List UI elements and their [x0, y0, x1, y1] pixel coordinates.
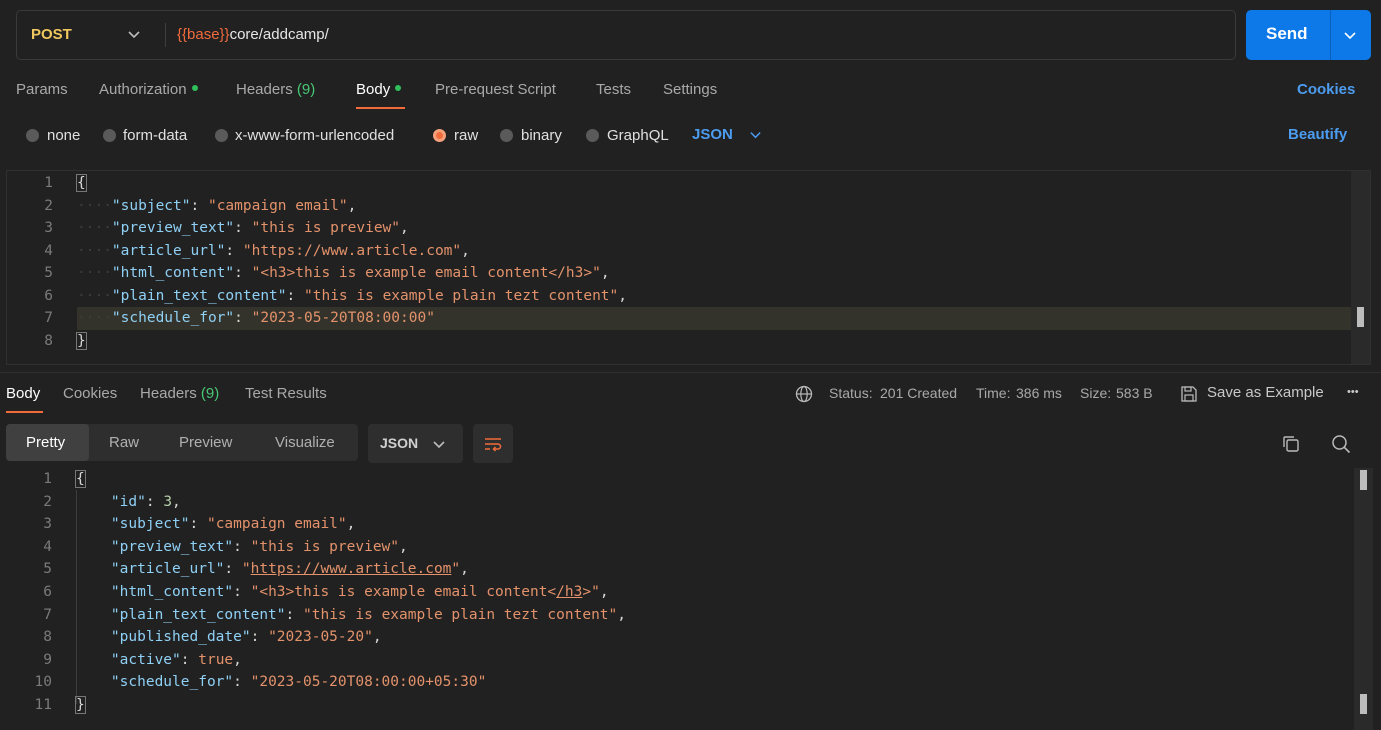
send-button[interactable]: Send — [1246, 10, 1371, 60]
url-variable: {{base}} — [177, 26, 230, 43]
code-line: 10 "schedule_for": "2023-05-20T08:00:00+… — [34, 674, 487, 691]
active-dot-icon — [191, 85, 198, 92]
tab-headers[interactable]: Headers (9) — [236, 81, 315, 98]
radio-graphql-label[interactable]: GraphQL — [607, 127, 669, 144]
wrap-lines-button[interactable] — [473, 424, 513, 463]
wrap-lines-icon — [485, 438, 502, 452]
send-divider — [1330, 10, 1331, 60]
code-line: 8} — [44, 331, 87, 350]
code-line: 1{ — [44, 174, 87, 192]
more-options-icon[interactable]: ••• — [1347, 386, 1359, 398]
radio-form-data-label[interactable]: form-data — [123, 127, 187, 144]
code-line: 11} — [34, 696, 86, 714]
tab-params[interactable]: Params — [16, 81, 68, 98]
tab-authorization-label: Authorization — [99, 81, 187, 98]
code-line: 8 "published_date": "2023-05-20", — [43, 629, 382, 646]
beautify-button[interactable]: Beautify — [1288, 126, 1347, 143]
scrollbar-thumb[interactable] — [1360, 694, 1367, 714]
code-line: 5 ····"html_content": "<h3>this is exampl… — [44, 265, 610, 281]
tab-body-label: Body — [356, 81, 391, 98]
response-tab-cookies[interactable]: Cookies — [63, 385, 117, 402]
status-value[interactable]: 201 Created — [880, 385, 957, 401]
radio-raw[interactable] — [433, 129, 446, 142]
response-tab-test-results[interactable]: Test Results — [245, 385, 327, 402]
chevron-down-icon[interactable] — [749, 128, 762, 141]
active-tab-indicator — [356, 107, 405, 109]
size-label: Size: — [1080, 385, 1112, 401]
code-line: 4 "preview_text": "this is preview", — [43, 538, 408, 555]
radio-none-label[interactable]: none — [47, 127, 80, 144]
scrollbar-thumb[interactable] — [1360, 470, 1367, 490]
globe-icon[interactable] — [795, 385, 813, 403]
response-tab-headers-label: Headers — [140, 385, 197, 402]
response-body-viewer[interactable]: 1{ 2 "id": 3, 3 "subject": "campaign ema… — [6, 468, 1373, 730]
view-mode-visualize[interactable]: Visualize — [275, 434, 335, 451]
radio-binary-label[interactable]: binary — [521, 127, 562, 144]
code-line: 5 "article_url": "https://www.article.co… — [43, 561, 469, 578]
code-line: 1{ — [43, 470, 86, 488]
pane-divider[interactable] — [0, 372, 1381, 373]
search-icon[interactable] — [1331, 434, 1351, 454]
code-line: 6 "html_content": "<h3>this is example e… — [43, 584, 609, 600]
radio-urlencoded[interactable] — [215, 129, 228, 142]
size-value[interactable]: 583 B — [1116, 385, 1153, 401]
request-body-editor[interactable]: 1{ 2 ····"subject": "campaign email", 3 ··… — [6, 170, 1371, 365]
chevron-down-icon[interactable] — [127, 27, 141, 41]
code-line: 3 "subject": "campaign email", — [43, 516, 356, 533]
vertical-scrollbar[interactable] — [1354, 468, 1373, 730]
code-line: 3 ····"preview_text": "this is preview", — [44, 220, 409, 236]
tab-authorization[interactable]: Authorization — [99, 81, 198, 98]
response-tab-body[interactable]: Body — [6, 385, 40, 402]
tab-body[interactable]: Body — [356, 81, 402, 98]
code-line: 7 ····"schedule_for": "2023-05-20T08:00:0… — [44, 310, 435, 326]
response-tab-headers[interactable]: Headers (9) — [140, 385, 219, 402]
code-line: 4 ····"article_url": "https://www.article… — [44, 242, 470, 259]
send-label: Send — [1266, 24, 1308, 43]
radio-binary[interactable] — [500, 129, 513, 142]
tab-headers-label: Headers — [236, 81, 293, 98]
radio-raw-label[interactable]: raw — [454, 127, 478, 144]
method-select[interactable]: POST — [31, 26, 72, 43]
status-label: Status: — [829, 385, 873, 401]
headers-count: (9) — [296, 81, 316, 98]
article-url-link[interactable]: https://www.article.com — [251, 561, 452, 577]
radio-graphql[interactable] — [586, 129, 599, 142]
tab-settings[interactable]: Settings — [663, 81, 717, 98]
url-input[interactable]: {{base}}core/addcamp/ — [177, 26, 329, 43]
tab-prerequest-script[interactable]: Pre-request Script — [435, 81, 556, 98]
copy-icon[interactable] — [1281, 434, 1301, 454]
chevron-down-icon — [433, 441, 445, 449]
code-line: 2 "id": 3, — [43, 493, 181, 510]
save-as-example-button[interactable]: Save as Example — [1207, 384, 1324, 401]
radio-urlencoded-label[interactable]: x-www-form-urlencoded — [235, 127, 394, 144]
code-line: 2 ····"subject": "campaign email", — [44, 197, 357, 214]
scrollbar-thumb[interactable] — [1357, 307, 1364, 327]
response-format-select[interactable]: JSON — [368, 424, 463, 463]
body-format-select[interactable]: JSON — [692, 126, 733, 143]
radio-form-data[interactable] — [103, 129, 116, 142]
code-line: 6 ····"plain_text_content": "this is exam… — [44, 287, 628, 304]
url-bar: POST {{base}}core/addcamp/ — [16, 10, 1236, 60]
active-response-tab-indicator — [6, 411, 43, 413]
response-format-label: JSON — [380, 435, 419, 451]
response-headers-count: (9) — [200, 385, 220, 402]
view-mode-switcher: Pretty Raw Preview Visualize — [6, 424, 358, 461]
chevron-down-icon[interactable] — [1343, 28, 1357, 42]
url-path: core/addcamp/ — [229, 26, 329, 43]
save-icon[interactable] — [1180, 385, 1198, 403]
view-mode-preview[interactable]: Preview — [179, 434, 232, 451]
view-mode-raw[interactable]: Raw — [109, 434, 139, 451]
view-mode-pretty[interactable]: Pretty — [26, 434, 65, 451]
time-label: Time: — [976, 385, 1011, 401]
active-dot-icon — [395, 85, 402, 92]
radio-none[interactable] — [26, 129, 39, 142]
vertical-scrollbar[interactable] — [1351, 171, 1370, 364]
time-value[interactable]: 386 ms — [1016, 385, 1062, 401]
tab-tests[interactable]: Tests — [596, 81, 631, 98]
code-line: 7 "plain_text_content": "this is example… — [43, 606, 627, 623]
code-line: 9 "active": true, — [43, 651, 242, 668]
url-separator — [165, 23, 166, 47]
cookies-link[interactable]: Cookies — [1297, 81, 1355, 98]
